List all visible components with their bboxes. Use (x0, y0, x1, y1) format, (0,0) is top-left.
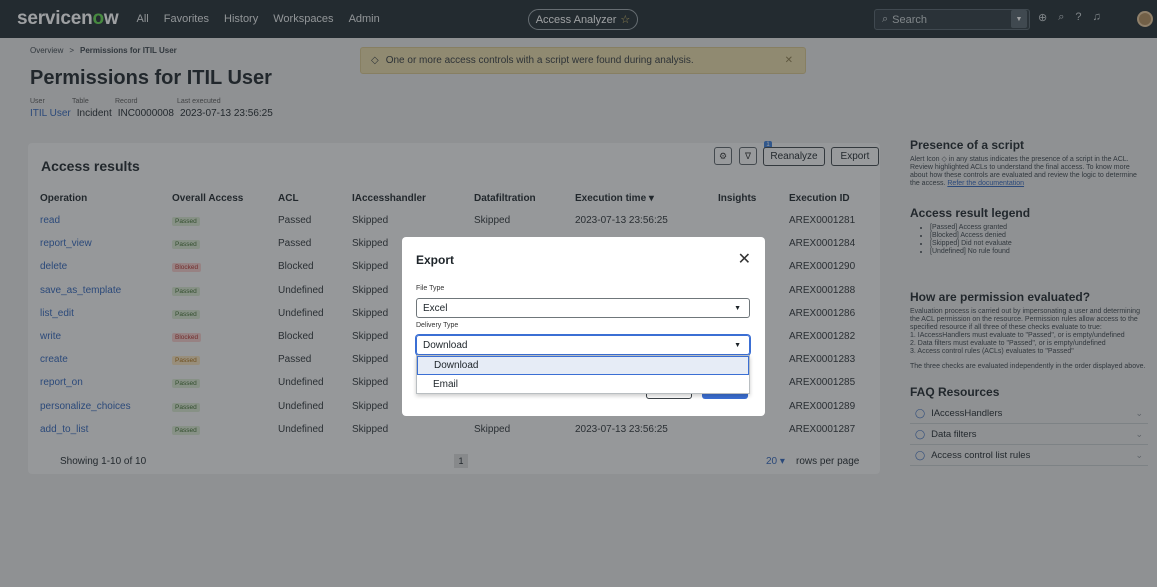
file-type-value: Excel (423, 302, 448, 314)
delivery-type-label: Delivery Type (416, 322, 459, 329)
chevron-down-icon: ▼ (734, 304, 741, 312)
delivery-type-dropdown: Download Email (416, 355, 750, 394)
chevron-down-icon: ▼ (734, 341, 741, 349)
file-type-select[interactable]: Excel ▼ (416, 298, 750, 318)
dialog-title: Export (416, 253, 455, 267)
option-download[interactable]: Download (417, 356, 749, 375)
close-icon[interactable]: ✕ (738, 249, 751, 269)
file-type-label: File Type (416, 285, 445, 292)
option-email[interactable]: Email (417, 375, 749, 394)
delivery-type-value: Download (423, 339, 468, 351)
delivery-type-select[interactable]: Download ▼ (416, 335, 750, 355)
